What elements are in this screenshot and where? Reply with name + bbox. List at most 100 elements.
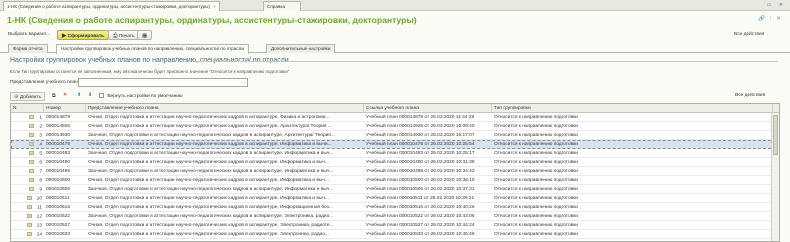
cell-number[interactable]: 000014930 bbox=[44, 131, 86, 140]
cell-plan-link[interactable]: Учебный план 000010527 от 26.02.2020 10:… bbox=[364, 221, 492, 230]
cell-plan-link[interactable]: Учебный план 000014879 от 25.03.2020 11:… bbox=[364, 113, 492, 122]
table-row[interactable]: 4 000010478 Очная, Отдел подготовки и атте… bbox=[11, 140, 779, 149]
table-row[interactable]: 7 000010495 Заочная, Отдел подготовки и ат… bbox=[11, 167, 779, 176]
cell-n[interactable]: 14 bbox=[11, 230, 44, 239]
all-actions-menu[interactable]: Все действия bbox=[734, 32, 764, 37]
col-plan-link[interactable]: Ссылка учебного плана bbox=[364, 104, 492, 113]
add-button[interactable]: ⊕ Добавить bbox=[10, 92, 46, 101]
tab-report[interactable]: 1-НК (Сведения о работе аспирантуры, орд… bbox=[3, 1, 220, 11]
cell-plan-link[interactable]: Учебный план 000010495 от 26.02.2020 10:… bbox=[364, 167, 492, 176]
table-all-actions-menu[interactable]: Все действия bbox=[735, 93, 765, 98]
cell-representation[interactable]: Очная, Отдел подготовки и аттестации нау… bbox=[86, 203, 364, 212]
col-representation[interactable]: Представление учебного плана bbox=[86, 104, 364, 113]
cell-plan-link[interactable]: Учебный план 000010500 от 26.02.2020 10:… bbox=[364, 176, 492, 185]
cell-n[interactable]: 9 bbox=[11, 185, 44, 194]
cell-representation[interactable]: Заочная, Отдел подготовки и аттестации н… bbox=[86, 185, 364, 194]
cell-plan-link[interactable]: Учебный план 000010511 от 26.02.2020 10:… bbox=[364, 194, 492, 203]
cell-group-type[interactable]: Относится к направлению подготовки bbox=[492, 203, 773, 212]
close-icon[interactable]: ✕ bbox=[776, 16, 784, 22]
arrow-down-icon[interactable]: ⬇ bbox=[88, 93, 92, 98]
table-row[interactable]: 5 000010483 Заочная, Отдел подготовки и ат… bbox=[11, 149, 779, 158]
cell-group-type[interactable]: Относится к направлению подготовки bbox=[492, 185, 773, 194]
tab-additional-settings[interactable]: Дополнительные настройки bbox=[266, 44, 336, 53]
cell-number[interactable]: 000010511 bbox=[44, 194, 86, 203]
cell-group-type[interactable]: Относится к направлению подготовки bbox=[492, 140, 773, 149]
cell-n[interactable]: 6 bbox=[11, 158, 44, 167]
table-row[interactable]: 14 000010533 Очная, Отдел подготовки и атт… bbox=[11, 230, 779, 239]
repr-input[interactable]: … bbox=[78, 78, 248, 87]
copy-icon[interactable]: ⧉ bbox=[52, 93, 55, 99]
cell-group-type[interactable]: Относится к направлению подготовки bbox=[492, 149, 773, 158]
settings-button[interactable]: ▦ bbox=[137, 30, 153, 40]
cell-representation[interactable]: Очная, Отдел подготовки и аттестации нау… bbox=[86, 176, 364, 185]
cell-n[interactable]: 10 bbox=[11, 194, 44, 203]
cell-group-type[interactable]: Относится к направлению подготовки bbox=[492, 158, 773, 167]
delete-icon[interactable]: ✕ bbox=[63, 93, 67, 98]
cell-number[interactable]: 000010522 bbox=[44, 212, 86, 221]
cell-group-type[interactable]: Относится к направлению подготовки bbox=[492, 131, 773, 140]
table-row[interactable]: 12 000010522 Заочная, Отдел подготовки и а… bbox=[11, 212, 779, 221]
cell-n[interactable]: 3 bbox=[11, 131, 44, 140]
cell-representation[interactable]: Заочная, Отдел подготовки и аттестации н… bbox=[86, 167, 364, 176]
reset-defaults-checkbox[interactable]: Вернуть настройки по умолчанию bbox=[99, 93, 183, 99]
cell-representation[interactable]: Очная, Отдел подготовки и аттестации нау… bbox=[86, 140, 364, 149]
table-row[interactable]: 13 000010527 Очная, Отдел подготовки и атт… bbox=[11, 221, 779, 230]
tab-form-report[interactable]: Форма отчета bbox=[8, 44, 48, 53]
cell-n[interactable]: 11 bbox=[11, 203, 44, 212]
tab-help[interactable]: Справка bbox=[263, 1, 301, 11]
cell-representation[interactable]: Заочная, Отдел подготовки и аттестации н… bbox=[86, 131, 364, 140]
cell-representation[interactable]: Заочная, Отдел подготовки и аттестации н… bbox=[86, 149, 364, 158]
table-row[interactable]: 11 000010516 Очная, Отдел подготовки и атт… bbox=[11, 203, 779, 212]
cell-representation[interactable]: Очная, Отдел подготовки и аттестации нау… bbox=[86, 221, 364, 230]
scrollbar[interactable] bbox=[771, 113, 779, 241]
tab-grouping-settings[interactable]: Настройки группировок учебных планов по … bbox=[56, 44, 249, 54]
table-row[interactable]: 10 000010511 Очная, Отдел подготовки и атт… bbox=[11, 194, 779, 203]
cell-plan-link[interactable]: Учебный план 000010522 от 26.02.2020 10:… bbox=[364, 212, 492, 221]
cell-plan-link[interactable]: Учебный план 000010490 от 26.02.2020 10:… bbox=[364, 158, 492, 167]
cell-number[interactable]: 000010533 bbox=[44, 230, 86, 239]
cell-plan-link[interactable]: Учебный план 000014925 от 25.03.2020 16:… bbox=[364, 122, 492, 131]
table-row[interactable]: 6 000010490 Очная, Отдел подготовки и атте… bbox=[11, 158, 779, 167]
col-group-type[interactable]: Тип группировки bbox=[492, 104, 773, 113]
cell-group-type[interactable]: Относится к направлению подготовки bbox=[492, 122, 773, 131]
cell-number[interactable]: 000010500 bbox=[44, 176, 86, 185]
cell-plan-link[interactable]: Учебный план 000010516 от 26.02.2020 10:… bbox=[364, 203, 492, 212]
table-row[interactable]: 2 000014925 Очная, Отдел подготовки и атте… bbox=[11, 122, 779, 131]
cell-n[interactable]: 13 bbox=[11, 221, 44, 230]
window-controls[interactable]: ▭ ✕ bbox=[767, 2, 786, 8]
cell-n[interactable]: 5 bbox=[11, 149, 44, 158]
cell-number[interactable]: 000010527 bbox=[44, 221, 86, 230]
cell-plan-link[interactable]: Учебный план 000014930 от 25.03.2020 16:… bbox=[364, 131, 492, 140]
cell-group-type[interactable]: Относится к направлению подготовки bbox=[492, 221, 773, 230]
cell-n[interactable]: 7 bbox=[11, 167, 44, 176]
cell-number[interactable]: 000010483 bbox=[44, 149, 86, 158]
cell-representation[interactable]: Очная, Отдел подготовки и аттестации нау… bbox=[86, 113, 364, 122]
cell-representation[interactable]: Очная, Отдел подготовки и аттестации нау… bbox=[86, 194, 364, 203]
cell-number[interactable]: 000014879 bbox=[44, 113, 86, 122]
cell-number[interactable]: 000010490 bbox=[44, 158, 86, 167]
cell-representation[interactable]: Очная, Отдел подготовки и аттестации нау… bbox=[86, 158, 364, 167]
table-row[interactable]: 1 000014879 Очная, Отдел подготовки и атте… bbox=[11, 113, 779, 122]
title-icons[interactable]: 🔗⋮✕ bbox=[758, 16, 784, 22]
cell-plan-link[interactable]: Учебный план 000010533 от 26.02.2020 10:… bbox=[364, 230, 492, 239]
cell-group-type[interactable]: Относится к направлению подготовки bbox=[492, 230, 773, 239]
col-n[interactable]: N bbox=[11, 104, 44, 113]
cell-number[interactable]: 000014925 bbox=[44, 122, 86, 131]
ellipsis-icon[interactable]: … bbox=[241, 79, 246, 85]
cell-plan-link[interactable]: Учебный план 000010483 от 26.02.2020 10:… bbox=[364, 149, 492, 158]
print-button[interactable]: ⎙ Печать bbox=[108, 30, 140, 40]
cell-n[interactable]: 8 bbox=[11, 176, 44, 185]
cell-group-type[interactable]: Относится к направлению подготовки bbox=[492, 167, 773, 176]
table-row[interactable]: 3 000014930 Заочная, Отдел подготовки и ат… bbox=[11, 131, 779, 140]
cell-number[interactable]: 000010478 bbox=[44, 140, 86, 149]
cell-group-type[interactable]: Относится к направлению подготовки bbox=[492, 212, 773, 221]
cell-representation[interactable]: Очная, Отдел подготовки и аттестации нау… bbox=[86, 122, 364, 131]
cell-group-type[interactable]: Относится к направлению подготовки bbox=[492, 194, 773, 203]
table-row[interactable]: 9 000010506 Заочная, Отдел подготовки и ат… bbox=[11, 185, 779, 194]
arrow-up-icon[interactable]: ⬆ bbox=[77, 93, 81, 98]
cell-number[interactable]: 000010516 bbox=[44, 203, 86, 212]
scrollbar-thumb[interactable] bbox=[773, 115, 778, 155]
table-row[interactable]: 8 000010500 Очная, Отдел подготовки и атте… bbox=[11, 176, 779, 185]
cell-number[interactable]: 000010495 bbox=[44, 167, 86, 176]
cell-group-type[interactable]: Относится к направлению подготовки bbox=[492, 176, 773, 185]
